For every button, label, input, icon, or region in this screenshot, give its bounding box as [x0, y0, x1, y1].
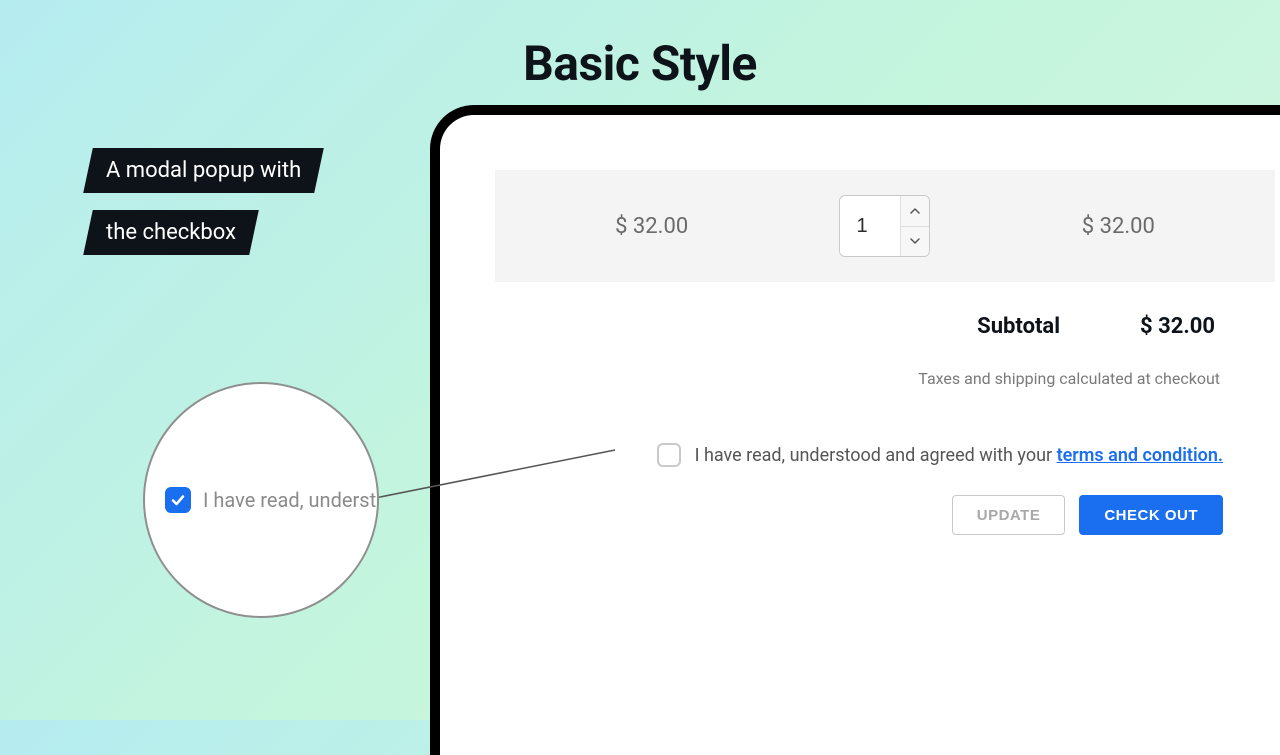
qty-down-button[interactable] [901, 227, 929, 257]
chevron-down-icon [910, 238, 920, 244]
quantity-stepper[interactable] [839, 195, 930, 257]
annotation-tag-2: the checkbox [83, 210, 259, 255]
qty-up-button[interactable] [901, 196, 929, 227]
line-total: $ 32.00 [1002, 214, 1235, 239]
page-title: Basic Style [0, 35, 1280, 92]
chevron-up-icon [910, 208, 920, 214]
cart-line-item: $ 32.00 $ 32.00 [495, 170, 1275, 282]
checkout-button[interactable]: Check Out [1079, 495, 1223, 535]
cart-panel: $ 32.00 $ 32.00 Subtotal [440, 115, 1280, 535]
zoom-callout: I have read, underst [143, 382, 379, 618]
annotation-tag-1: A modal popup with [83, 148, 324, 193]
modal-frame: $ 32.00 $ 32.00 Subtotal [430, 105, 1280, 755]
check-icon [170, 492, 186, 508]
terms-link[interactable]: terms and condition. [1057, 445, 1223, 466]
subtotal-value: $ 32.00 [1140, 314, 1215, 339]
zoom-checkbox-checked [165, 487, 191, 513]
subtotal-row: Subtotal $ 32.00 [495, 314, 1275, 339]
action-buttons: Update Check Out [495, 495, 1275, 535]
quantity-cell [768, 195, 1001, 257]
zoom-text: I have read, underst [203, 488, 376, 512]
terms-text: I have read, understood and agreed with … [695, 445, 1223, 466]
tax-shipping-note: Taxes and shipping calculated at checkou… [495, 369, 1275, 388]
update-button[interactable]: Update [952, 495, 1066, 535]
subtotal-label: Subtotal [977, 314, 1060, 339]
unit-price: $ 32.00 [535, 214, 768, 239]
quantity-input[interactable] [840, 196, 900, 256]
terms-row: I have read, understood and agreed with … [495, 443, 1275, 467]
terms-checkbox[interactable] [657, 443, 681, 467]
